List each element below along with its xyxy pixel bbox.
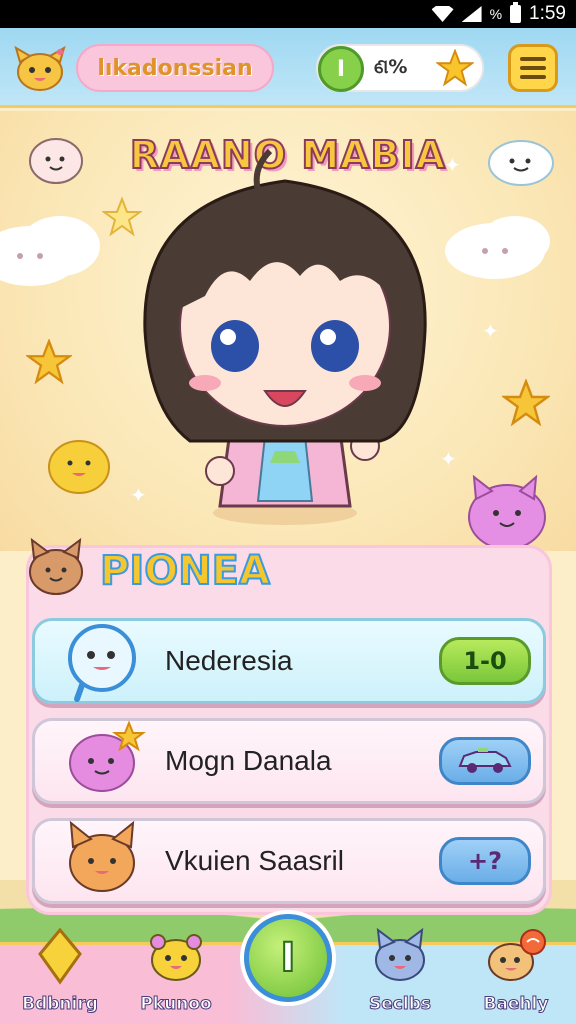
menu-line bbox=[520, 66, 546, 70]
panel-title: PIONEA bbox=[99, 547, 271, 595]
hero-scene: ✦ ✦ ✦ ✦ RAANO MABIA bbox=[0, 111, 576, 551]
help-button[interactable]: +? bbox=[439, 837, 531, 885]
dog-candy-icon bbox=[488, 929, 546, 981]
menu-line bbox=[520, 75, 546, 79]
play-button[interactable]: I bbox=[244, 914, 332, 1002]
nav-item-daily[interactable]: Baehly bbox=[466, 926, 566, 1024]
list-item[interactable]: Vkuien Saasril +? bbox=[32, 818, 546, 904]
cat-icon bbox=[29, 537, 83, 595]
list-item[interactable]: Mogn Danala bbox=[32, 718, 546, 804]
nav-label: Seclbs bbox=[369, 994, 432, 1015]
bear-icon bbox=[150, 934, 202, 981]
sparkle-icon: ✦ bbox=[482, 319, 499, 343]
nav-label: Baehly bbox=[483, 994, 549, 1015]
cloud-icon bbox=[0, 216, 100, 286]
list-item-label: Mogn Danala bbox=[165, 745, 332, 776]
list-item[interactable]: Nederesia 1-0 bbox=[32, 618, 546, 704]
wifi-icon bbox=[431, 6, 454, 22]
menu-line bbox=[520, 57, 546, 61]
nav-item-pets[interactable]: Pkunoo bbox=[126, 926, 226, 1024]
character-avatar[interactable] bbox=[100, 111, 480, 531]
star-icon bbox=[502, 379, 550, 427]
status-bar: % 1:59 bbox=[0, 0, 576, 28]
list-item-label: Nederesia bbox=[165, 645, 293, 676]
crystal-icon bbox=[38, 927, 82, 985]
score-button[interactable]: 1-0 bbox=[439, 637, 531, 685]
nav-item-building[interactable]: Bdbnirg bbox=[10, 926, 110, 1024]
list-item-label: Vkuien Saasril bbox=[165, 845, 344, 876]
player-name[interactable]: lıkadonssian bbox=[76, 44, 274, 92]
cat-icon bbox=[375, 927, 425, 981]
star-icon bbox=[436, 49, 474, 87]
star-icon bbox=[26, 339, 72, 385]
clock: 1:59 bbox=[529, 3, 566, 24]
nav-label: Pkunoo bbox=[140, 994, 212, 1015]
currency-pill[interactable]: I ଣ% bbox=[316, 44, 484, 92]
battery-percent: % bbox=[489, 6, 503, 22]
dog-mascot-icon[interactable] bbox=[12, 40, 68, 94]
stat-value: ଣ% bbox=[374, 56, 408, 78]
nav-label: Bdbnirg bbox=[22, 994, 99, 1015]
cat-avatar-icon bbox=[69, 820, 135, 892]
coin-icon: I bbox=[318, 46, 364, 92]
car-icon bbox=[458, 748, 512, 773]
signal-icon bbox=[461, 6, 482, 22]
nav-item-social[interactable]: Seclbs bbox=[350, 926, 450, 1024]
menu-button[interactable] bbox=[508, 44, 558, 92]
car-button[interactable] bbox=[439, 737, 531, 785]
ghost-avatar-icon bbox=[68, 624, 136, 702]
battery-icon bbox=[510, 2, 522, 23]
top-header: lıkadonssian I ଣ% bbox=[0, 28, 576, 108]
pink-creature-icon bbox=[69, 720, 146, 792]
